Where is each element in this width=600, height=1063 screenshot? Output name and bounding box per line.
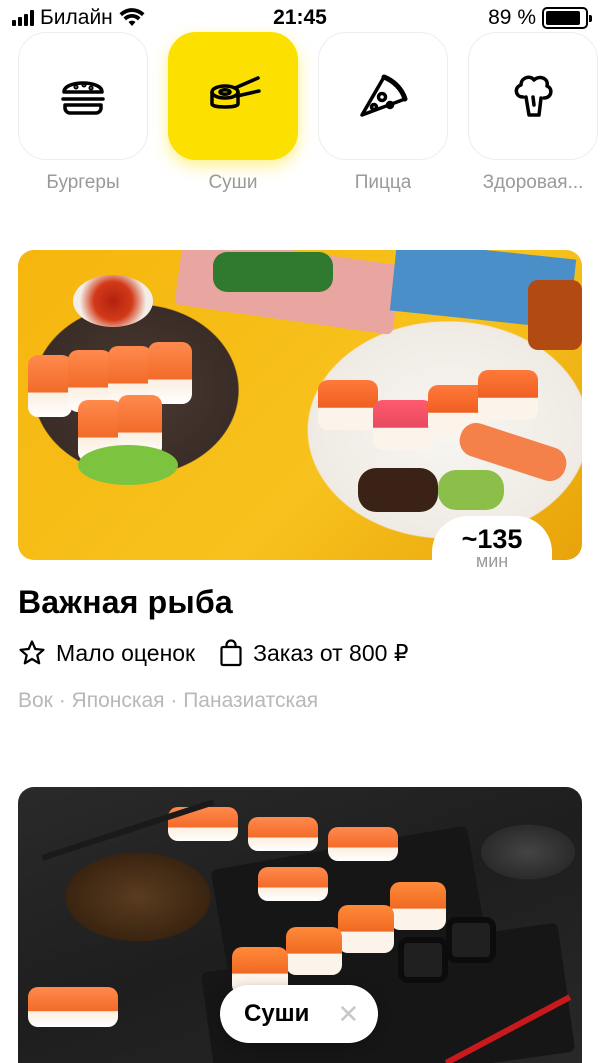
shopping-bag-icon — [220, 639, 242, 667]
active-filter-chip[interactable]: Суши ✕ — [220, 985, 378, 1043]
restaurant-photo[interactable] — [18, 250, 582, 560]
sushi-roll-decor — [338, 905, 394, 953]
rating-info: Мало оценок — [18, 639, 195, 667]
category-sushi[interactable]: Суши — [168, 32, 298, 194]
sushi-roll-icon — [210, 76, 261, 109]
nigiri-decor — [248, 817, 318, 851]
status-right: 89 % — [488, 6, 592, 30]
sushi-roll-decor — [318, 380, 378, 430]
seaweed-roll-decor — [213, 252, 333, 292]
nigiri-decor — [258, 867, 328, 901]
category-tile[interactable] — [18, 32, 148, 160]
maki-decor — [398, 937, 448, 983]
category-healthy[interactable]: Здоровая... — [468, 32, 598, 194]
maki-decor — [446, 917, 496, 963]
min-order-text: Заказ от 800 ₽ — [253, 639, 409, 666]
nigiri-decor — [28, 987, 118, 1027]
nigiri-decor — [328, 827, 398, 861]
filter-chip-label: Суши — [244, 1000, 310, 1027]
sushi-roll-decor — [478, 370, 538, 420]
rating-text: Мало оценок — [56, 639, 196, 666]
sushi-roll-decor — [390, 882, 446, 930]
battery-icon — [542, 7, 592, 29]
restaurant-card[interactable]: ~135 мин Важная рыба Мало оценок Заказ о… — [18, 250, 582, 713]
burger-icon — [61, 81, 105, 115]
category-label: Суши — [208, 172, 258, 193]
category-tile[interactable] — [468, 32, 598, 160]
restaurant-name: Важная рыба — [18, 584, 233, 620]
eel-roll-decor — [358, 468, 438, 512]
wasabi-decor — [78, 445, 178, 485]
sauce-dish-decor — [73, 275, 153, 327]
battery-percent: 89 % — [488, 6, 536, 29]
category-pizza[interactable]: Пицца — [318, 32, 448, 194]
category-tile[interactable] — [318, 32, 448, 160]
status-bar: Билайн 21:45 89 % — [0, 0, 600, 36]
pizza-icon — [360, 74, 408, 117]
category-burgers[interactable]: Бургеры — [18, 32, 148, 194]
category-tile[interactable] — [168, 32, 298, 160]
category-carousel: Бургеры Суши Пицца Здоровая... — [18, 32, 600, 194]
category-label: Здоровая... — [482, 172, 584, 193]
star-icon — [19, 640, 45, 665]
category-label: Бургеры — [46, 172, 120, 193]
avocado-roll-decor — [438, 470, 504, 510]
category-label: Пицца — [354, 172, 412, 193]
delivery-time-unit: мин — [475, 551, 509, 571]
min-order-info: Заказ от 800 ₽ — [219, 639, 408, 667]
broccoli-icon — [514, 75, 553, 117]
sushi-roll-decor — [373, 400, 433, 450]
close-icon[interactable]: ✕ — [337, 1001, 359, 1027]
sushi-roll-decor — [28, 355, 72, 417]
delivery-time-badge: ~135 мин — [432, 516, 552, 586]
restaurant-meta: Мало оценок Заказ от 800 ₽ — [18, 639, 582, 667]
jar-decor — [528, 280, 582, 350]
cuisine-tags: Вок · Японская · Паназиатская — [18, 689, 319, 712]
sushi-roll-decor — [286, 927, 342, 975]
